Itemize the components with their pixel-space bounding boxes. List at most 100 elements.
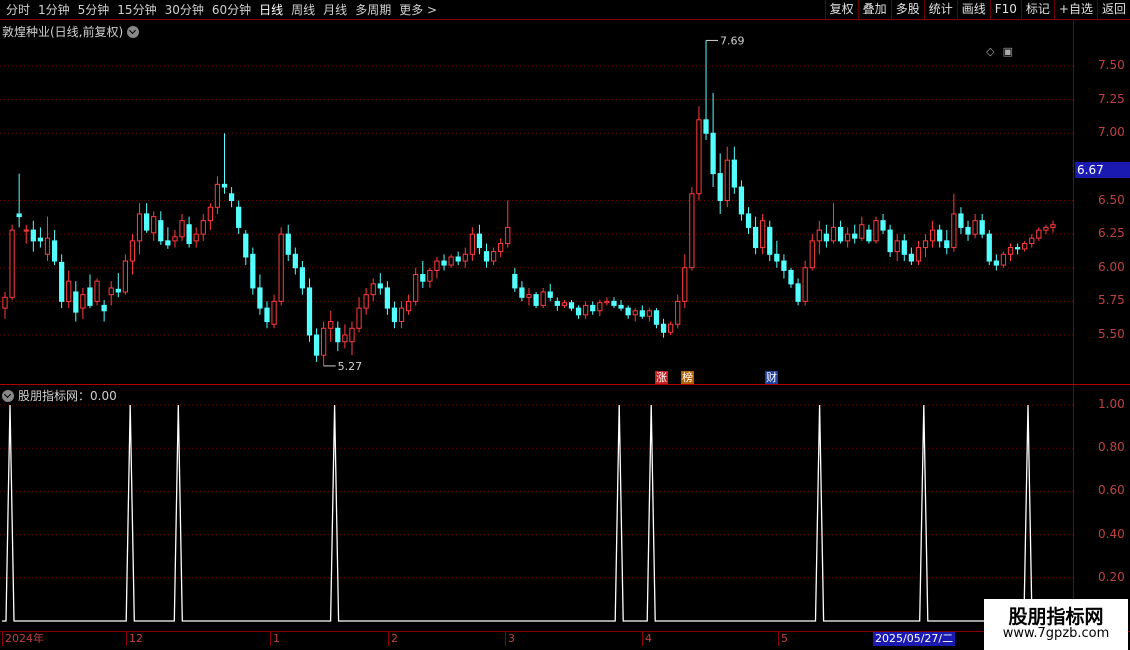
candle-body [9, 229, 15, 298]
indicator-axis-tick: 0.20 [1098, 569, 1125, 584]
candle-body [590, 304, 596, 312]
indicator-axis: 1.00 0.80 0.60 0.40 0.20 [1073, 385, 1130, 631]
action-button-3[interactable]: 统计 [923, 0, 957, 20]
date-axis-label: 2 [388, 632, 398, 646]
candle-body [51, 240, 58, 262]
candle-body [958, 213, 964, 228]
candle-body [299, 267, 306, 289]
candle-body [993, 260, 999, 266]
candle-body [285, 233, 291, 255]
candlestick-chart[interactable]: 7.69 5.27 [0, 21, 1073, 384]
candle-body [413, 273, 419, 302]
period-tab-2[interactable]: 5分钟 [74, 0, 114, 20]
period-tab-8[interactable]: 月线 [319, 0, 351, 20]
candle-body [752, 226, 759, 249]
action-button-1[interactable]: 叠加 [857, 0, 891, 20]
candle-body [1000, 253, 1007, 266]
candle-body [250, 253, 256, 289]
candle-body [278, 233, 284, 302]
candle-body [809, 240, 815, 269]
candle-body [391, 307, 398, 323]
candle-body [405, 300, 412, 312]
candle-body [158, 220, 164, 242]
price-axis-tick: 6.25 [1098, 226, 1125, 241]
candle-body [363, 294, 369, 309]
period-tab-3[interactable]: 15分钟 [113, 0, 160, 20]
action-button-0[interactable]: 复权 [824, 0, 858, 20]
action-button-8[interactable]: 返回 [1096, 0, 1130, 20]
indicator-pane[interactable]: 股朋指标网：0.00 [0, 385, 1073, 631]
action-button-4[interactable]: 画线 [956, 0, 990, 20]
high-label: 7.69 [720, 34, 745, 47]
candle-body [887, 229, 893, 253]
candle-body [816, 229, 822, 242]
action-button-6[interactable]: 标记 [1020, 0, 1054, 20]
event-tag[interactable]: 财 [765, 371, 778, 384]
period-tab-10[interactable]: 更多 > [395, 0, 441, 20]
price-axis: 6.67 7.50 7.25 7.00 6.50 6.25 6.00 5.75 5.50 [1073, 21, 1130, 384]
candle-body [979, 220, 985, 235]
price-axis-tick: 7.50 [1098, 58, 1125, 72]
period-tab-1[interactable]: 1分钟 [34, 0, 74, 20]
candle-body [703, 119, 709, 134]
candle-body [73, 291, 79, 313]
indicator-chart[interactable] [0, 385, 1073, 631]
candle-body [427, 269, 433, 282]
candle-body [561, 302, 568, 306]
candle-body [37, 237, 44, 242]
candle-body [420, 273, 426, 282]
period-tabs: 分时 1分钟 5分钟 15分钟 30分钟 60分钟 日线 周线 月线 多周期 更多 > [2, 0, 441, 20]
candle-body [30, 229, 36, 242]
candle-body [1036, 229, 1042, 239]
action-button-7[interactable]: +自选 [1053, 0, 1097, 20]
candle-body [625, 307, 631, 316]
candle-body [986, 233, 992, 262]
candle-body [738, 186, 745, 215]
candle-body [682, 267, 688, 302]
date-axis-label: 4 [642, 632, 652, 646]
indicator-axis-tick: 0.40 [1098, 526, 1125, 541]
event-tag[interactable]: 涨 [655, 371, 668, 384]
candle-body [1007, 247, 1014, 255]
candle-body [321, 327, 327, 356]
candle-body [745, 213, 752, 228]
period-tab-6[interactable]: 日线 [255, 0, 287, 20]
candle-body [873, 220, 879, 242]
price-pane[interactable]: 敦煌种业(日线,前复权) ◇ ▣ 7.69 5.27 [0, 21, 1073, 384]
candle-body [356, 307, 362, 329]
low-label: 5.27 [338, 360, 363, 373]
period-tab-9[interactable]: 多周期 [351, 0, 395, 20]
candle-body [80, 294, 86, 309]
candle-body [292, 253, 298, 269]
period-tab-4[interactable]: 30分钟 [161, 0, 208, 20]
action-button-2[interactable]: 多股 [890, 0, 924, 20]
candle-body [915, 247, 922, 262]
candle-body [172, 236, 178, 242]
date-axis-label: 2024年 [2, 632, 44, 646]
action-buttons: 复权 叠加 多股 统计 画线 F10 标记 +自选 返回 [824, 0, 1130, 20]
period-tab-5[interactable]: 60分钟 [208, 0, 255, 20]
candle-body [476, 233, 483, 249]
date-axis-label: 3 [505, 632, 515, 646]
candle-body [306, 287, 313, 336]
candle-body [243, 233, 249, 258]
candle-body [87, 287, 93, 306]
date-cursor-label: 2025/05/27/二 [873, 632, 956, 646]
candle-body [328, 321, 334, 329]
candle-body [207, 206, 213, 222]
candle-body [349, 327, 355, 343]
candle-body [908, 253, 915, 262]
candle-body [823, 233, 830, 242]
event-tag[interactable]: 榜 [681, 371, 694, 384]
candle-body [547, 291, 553, 298]
period-tab-7[interactable]: 周线 [287, 0, 319, 20]
candle-body [200, 220, 206, 235]
candle-body [469, 233, 475, 255]
candle-body [951, 213, 957, 249]
candle-body [136, 213, 143, 242]
period-tab-0[interactable]: 分时 [2, 0, 34, 20]
action-button-5[interactable]: F10 [989, 0, 1021, 20]
candle-body [696, 119, 702, 195]
candle-body [66, 280, 72, 302]
price-axis-tick: 7.25 [1098, 91, 1125, 106]
